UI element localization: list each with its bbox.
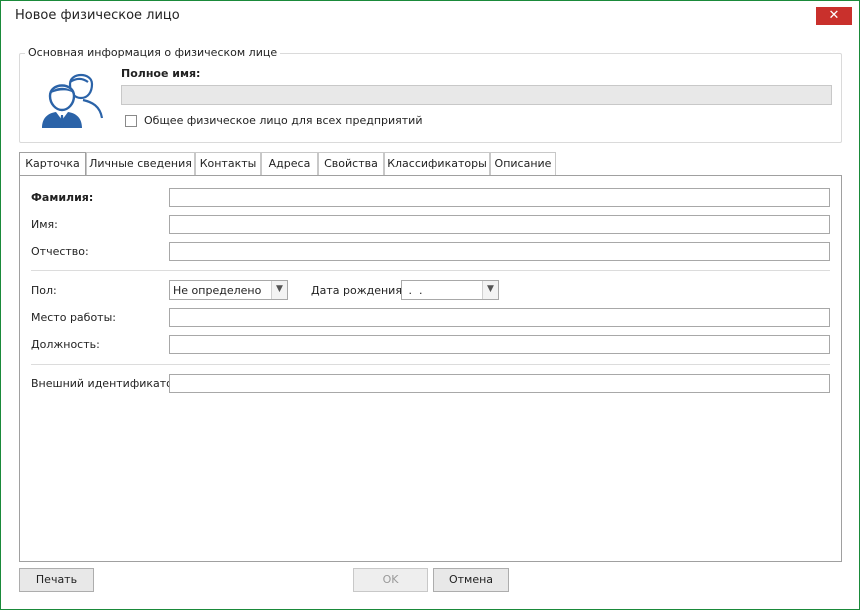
birthdate-value: . . xyxy=(405,284,423,297)
print-button[interactable]: Печать xyxy=(19,568,94,592)
title-bar[interactable]: Новое физическое лицо ✕ xyxy=(1,1,859,32)
position-label: Должность: xyxy=(31,338,100,351)
gender-select[interactable]: Не определено ▼ xyxy=(169,280,288,300)
tab-contacts-label: Контакты xyxy=(199,157,257,170)
extid-label: Внешний идентификатор: xyxy=(31,377,184,390)
chevron-down-icon[interactable]: ▼ xyxy=(271,281,287,299)
shared-checkbox-label[interactable]: Общее физическое лицо для всех предприят… xyxy=(144,114,422,127)
cancel-button[interactable]: Отмена xyxy=(433,568,509,592)
firstname-label: Имя: xyxy=(31,218,58,231)
chevron-down-icon[interactable]: ▼ xyxy=(482,281,498,299)
workplace-input[interactable] xyxy=(169,308,830,327)
window-title: Новое физическое лицо xyxy=(15,8,180,23)
tab-addresses-label: Адреса xyxy=(268,157,311,170)
fullname-input[interactable] xyxy=(121,85,832,105)
patronymic-input[interactable] xyxy=(169,242,830,261)
gender-label: Пол: xyxy=(31,284,57,297)
firstname-input[interactable] xyxy=(169,215,830,234)
tab-description-label: Описание xyxy=(494,157,552,170)
close-icon: ✕ xyxy=(828,8,840,23)
tab-card[interactable]: Карточка xyxy=(19,152,86,177)
position-input[interactable] xyxy=(169,335,830,354)
tab-card-label: Карточка xyxy=(25,157,80,170)
tab-personal[interactable]: Личные сведения xyxy=(86,152,195,176)
tab-personal-label: Личные сведения xyxy=(89,157,192,170)
birthdate-picker[interactable]: . . ▼ xyxy=(401,280,499,300)
gender-value: Не определено xyxy=(173,284,262,297)
ok-button[interactable]: OK xyxy=(353,568,428,592)
tab-description[interactable]: Описание xyxy=(490,152,556,176)
lastname-input[interactable] xyxy=(169,188,830,207)
tab-properties[interactable]: Свойства xyxy=(318,152,384,176)
workplace-label: Место работы: xyxy=(31,311,116,324)
fullname-label: Полное имя: xyxy=(121,67,201,80)
lastname-label: Фамилия: xyxy=(31,191,94,204)
tab-contacts[interactable]: Контакты xyxy=(195,152,261,176)
tab-classifiers-label: Классификаторы xyxy=(387,157,487,170)
section-divider xyxy=(31,364,830,365)
shared-checkbox[interactable] xyxy=(125,115,137,127)
basic-info-legend: Основная информация о физическом лице xyxy=(25,46,281,59)
tab-addresses[interactable]: Адреса xyxy=(261,152,318,176)
patronymic-label: Отчество: xyxy=(31,245,89,258)
dialog-window: Новое физическое лицо ✕ Основная информа… xyxy=(0,0,860,610)
tab-properties-label: Свойства xyxy=(324,157,378,170)
extid-input[interactable] xyxy=(169,374,830,393)
tab-classifiers[interactable]: Классификаторы xyxy=(384,152,490,176)
section-divider xyxy=(31,270,830,271)
person-pair-icon xyxy=(42,73,104,128)
birthdate-label: Дата рождения: xyxy=(311,284,406,297)
close-button[interactable]: ✕ xyxy=(816,7,852,25)
